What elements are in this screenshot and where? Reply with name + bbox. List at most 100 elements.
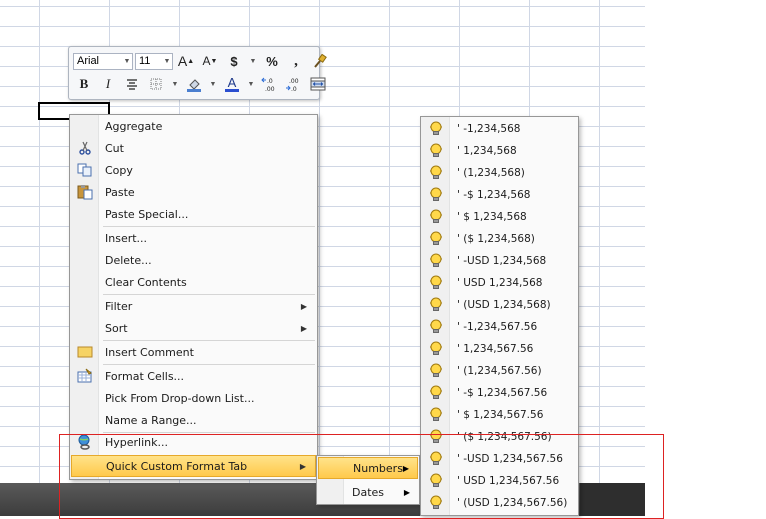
- menu-item-copy[interactable]: Copy: [71, 159, 316, 181]
- menu-item-format-cells[interactable]: Format Cells...: [71, 365, 316, 387]
- menu-item-label: Format Cells...: [105, 369, 185, 383]
- font-color-dropdown[interactable]: ▼: [245, 74, 257, 94]
- lightbulb-icon: [422, 473, 450, 489]
- scissors-icon: [71, 137, 99, 159]
- number-format-label: ' (USD 1,234,568): [457, 299, 551, 311]
- percent-style-button[interactable]: %: [261, 51, 283, 71]
- lightbulb-icon: [422, 253, 450, 269]
- menu-item-insert-comment[interactable]: Insert Comment: [71, 341, 316, 363]
- menu-item-filter[interactable]: Filter ▶: [71, 295, 316, 317]
- menu-item-label: Delete...: [105, 253, 152, 267]
- menu-item-pick-from-list[interactable]: Pick From Drop-down List...: [71, 387, 316, 409]
- paintbrush-icon: [314, 54, 327, 68]
- submenu-arrow-icon: ▶: [402, 463, 409, 473]
- number-format-item[interactable]: ' (1,234,567.56): [422, 360, 577, 382]
- submenu-item-label: Dates: [352, 485, 385, 499]
- copy-icon: [71, 159, 99, 181]
- lightbulb-icon: [422, 451, 450, 467]
- number-format-item[interactable]: ' $ 1,234,568: [422, 206, 577, 228]
- menu-item-aggregate[interactable]: Aggregate: [71, 115, 316, 137]
- submenu-item-dates[interactable]: Dates ▶: [318, 481, 418, 503]
- lightbulb-icon: [422, 495, 450, 511]
- number-format-label: ' $ 1,234,567.56: [457, 409, 544, 421]
- menu-item-quick-custom-format[interactable]: Quick Custom Format Tab ▶: [71, 455, 316, 477]
- lightbulb-icon: [422, 121, 450, 137]
- bold-button[interactable]: B: [73, 74, 95, 94]
- font-color-icon: A: [227, 75, 237, 90]
- menu-item-delete[interactable]: Delete...: [71, 249, 316, 271]
- number-format-item[interactable]: ' ($ 1,234,568): [422, 228, 577, 250]
- font-size-combo[interactable]: 11 ▼: [135, 52, 173, 70]
- menu-item-clear-contents[interactable]: Clear Contents: [71, 271, 316, 293]
- decrease-decimal-button[interactable]: .00.0: [283, 74, 305, 94]
- menu-item-sort[interactable]: Sort ▶: [71, 317, 316, 339]
- chevron-down-icon: ▼: [163, 57, 171, 65]
- grow-font-icon: A: [177, 53, 188, 69]
- comma-icon: ,: [294, 52, 298, 69]
- chevron-down-icon: ▼: [247, 80, 255, 88]
- number-format-item[interactable]: ' 1,234,568: [422, 140, 577, 162]
- number-format-item[interactable]: ' (USD 1,234,568): [422, 294, 577, 316]
- number-format-label: ' 1,234,568: [457, 145, 517, 157]
- lightbulb-icon: [422, 187, 450, 203]
- menu-item-label: Pick From Drop-down List...: [105, 391, 255, 405]
- lightbulb-icon: [422, 143, 450, 159]
- menu-item-cut[interactable]: Cut: [71, 137, 316, 159]
- menu-item-paste-special[interactable]: Paste Special...: [71, 203, 316, 225]
- font-name-value: Arial: [77, 55, 100, 67]
- italic-button[interactable]: I: [97, 74, 119, 94]
- merge-center-icon: [310, 77, 326, 91]
- number-format-item[interactable]: ' -$ 1,234,567.56: [422, 382, 577, 404]
- menu-item-hyperlink[interactable]: Hyperlink...: [71, 431, 316, 453]
- fill-color-dropdown[interactable]: ▼: [207, 74, 219, 94]
- accounting-format-button[interactable]: $: [223, 51, 245, 71]
- lightbulb-icon: [422, 275, 450, 291]
- shrink-font-button[interactable]: A ▼: [199, 51, 221, 71]
- number-format-label: ' USD 1,234,567.56: [457, 475, 560, 487]
- number-format-item[interactable]: ' -USD 1,234,567.56: [422, 448, 577, 470]
- submenu-arrow-icon: ▶: [300, 323, 307, 333]
- font-name-combo[interactable]: Arial ▼: [73, 52, 133, 70]
- lightbulb-icon: [422, 297, 450, 313]
- number-format-item[interactable]: ' -1,234,567.56: [422, 316, 577, 338]
- center-button[interactable]: [121, 74, 143, 94]
- format-cells-icon: [71, 365, 99, 387]
- format-painter-button[interactable]: [309, 51, 331, 71]
- number-format-item[interactable]: ' USD 1,234,568: [422, 272, 577, 294]
- number-format-item[interactable]: ' (1,234,568): [422, 162, 577, 184]
- menu-item-label: Hyperlink...: [105, 435, 168, 449]
- borders-button[interactable]: [145, 74, 167, 94]
- number-format-label: ' (1,234,567.56): [457, 365, 542, 377]
- number-format-item[interactable]: ' ($ 1,234,567.56): [422, 426, 577, 448]
- grow-font-button[interactable]: A ▲: [175, 51, 197, 71]
- number-format-item[interactable]: ' -USD 1,234,568: [422, 250, 577, 272]
- fill-color-icon: [187, 79, 201, 92]
- svg-text:.00: .00: [265, 86, 275, 92]
- submenu-arrow-icon: ▶: [403, 487, 410, 497]
- menu-item-label: Filter: [105, 299, 133, 313]
- menu-item-name-range[interactable]: Name a Range...: [71, 409, 316, 431]
- accounting-dropdown[interactable]: ▼: [247, 51, 259, 71]
- menu-item-insert[interactable]: Insert...: [71, 227, 316, 249]
- submenu-item-numbers[interactable]: Numbers ▶: [318, 457, 418, 479]
- number-format-item[interactable]: ' $ 1,234,567.56: [422, 404, 577, 426]
- submenu-arrow-icon: ▶: [299, 461, 306, 471]
- number-format-item[interactable]: ' -$ 1,234,568: [422, 184, 577, 206]
- borders-dropdown[interactable]: ▼: [169, 74, 181, 94]
- mini-toolbar: Arial ▼ 11 ▼ A ▲ A ▼ $ ▼ % , B I ▼ ▼ A ▼…: [68, 46, 327, 100]
- number-format-item[interactable]: ' USD 1,234,567.56: [422, 470, 577, 492]
- fill-color-button[interactable]: [183, 74, 205, 94]
- number-format-item[interactable]: ' 1,234,567.56: [422, 338, 577, 360]
- number-format-label: ' (1,234,568): [457, 167, 525, 179]
- font-color-button[interactable]: A: [221, 74, 243, 94]
- menu-item-label: Paste: [105, 185, 135, 199]
- number-format-item[interactable]: ' (USD 1,234,567.56): [422, 492, 577, 514]
- increase-decimal-button[interactable]: .0.00: [259, 74, 281, 94]
- menu-item-paste[interactable]: Paste: [71, 181, 316, 203]
- lightbulb-icon: [422, 407, 450, 423]
- align-center-icon: [127, 79, 137, 90]
- number-format-item[interactable]: ' -1,234,568: [422, 118, 577, 140]
- comma-style-button[interactable]: ,: [285, 51, 307, 71]
- merge-center-button[interactable]: [307, 74, 329, 94]
- number-format-label: ' -$ 1,234,568: [457, 189, 531, 201]
